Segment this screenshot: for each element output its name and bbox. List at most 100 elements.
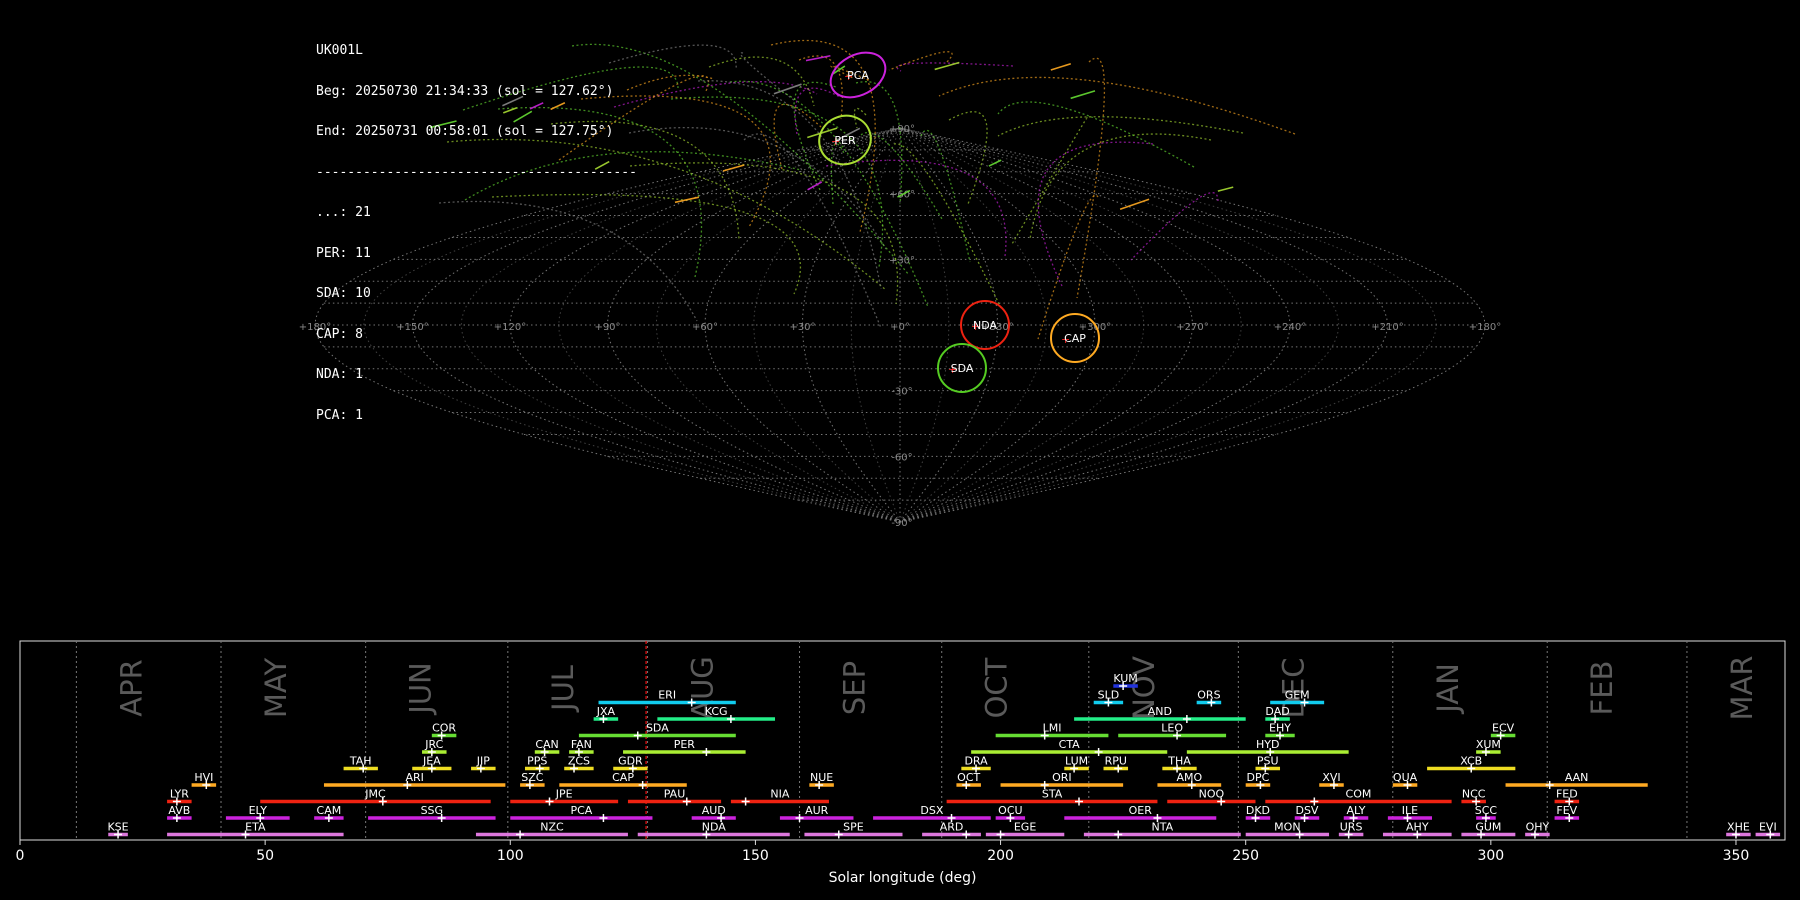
- shower-hvi: HVI: [191, 771, 217, 789]
- shower-label: OCU: [998, 804, 1022, 817]
- radiant-label-nda: NDA: [973, 319, 998, 332]
- shower-label: EVI: [1759, 821, 1777, 834]
- shower-label: DAD: [1265, 705, 1289, 718]
- shower-avb: AVB: [167, 804, 192, 822]
- shower-label: DKD: [1246, 804, 1270, 817]
- meteor-trail: [1011, 117, 1088, 245]
- shower-label: SLD: [1098, 689, 1120, 702]
- shower-dsv: DSV: [1294, 804, 1320, 822]
- shower-label: XCB: [1460, 755, 1482, 768]
- lat-tick-label: +30°: [889, 255, 915, 266]
- lat-tick-label: -60°: [891, 452, 912, 463]
- shower-label: AND: [1148, 705, 1172, 718]
- shower-zcs: ZCS: [564, 755, 594, 773]
- meteor-trail: [1076, 57, 1106, 299]
- meteor-trail: [798, 55, 843, 120]
- shower-label: DSX: [920, 804, 943, 817]
- shower-label: PCA: [570, 804, 592, 817]
- shower-label: XVI: [1322, 771, 1340, 784]
- shower-label: GUM: [1475, 821, 1501, 834]
- shower-sld: SLD: [1093, 689, 1124, 707]
- end-time: End: 20250731 00:58:01 (sol = 127.75°): [316, 124, 614, 139]
- month-label-feb: FEB: [1585, 661, 1619, 716]
- meteor-streak: [988, 159, 1002, 167]
- shower-jxa: JXA: [593, 705, 619, 723]
- shower-label: NUE: [810, 771, 833, 784]
- shower-label: DPC: [1247, 771, 1270, 784]
- meteor-streak: [1050, 62, 1072, 71]
- x-tick-label: 200: [987, 848, 1014, 864]
- month-label-oct: OCT: [980, 657, 1014, 718]
- count-sda: SDA: 10: [316, 286, 371, 301]
- shower-label: LUM: [1065, 755, 1088, 768]
- shower-xvi: XVI: [1319, 771, 1344, 789]
- shower-label: EHY: [1269, 722, 1291, 735]
- count-per: PER: 11: [316, 245, 371, 261]
- shower-label: XUM: [1476, 738, 1501, 751]
- meteor-trail: [794, 87, 841, 135]
- shower-label: ALY: [1347, 804, 1366, 817]
- shower-label: NZC: [540, 821, 564, 834]
- shower-label: KSE: [107, 821, 128, 834]
- lon-tick-label: +180°: [1469, 322, 1501, 333]
- shower-label: RPU: [1105, 755, 1127, 768]
- shower-label: SZC: [521, 771, 544, 784]
- shower-label: OCT: [957, 771, 980, 784]
- month-label-jul: JUL: [546, 665, 580, 713]
- lon-tick-label: +210°: [1371, 322, 1403, 333]
- shower-scc: SCC: [1475, 804, 1497, 822]
- shower-ocu: OCU: [995, 804, 1026, 822]
- shower-fev: FEV: [1554, 804, 1580, 822]
- shower-urs: URS: [1338, 821, 1364, 839]
- lat-tick-label: -30°: [891, 387, 912, 398]
- meteor-streak: [934, 61, 960, 71]
- shower-label: JIP: [476, 755, 490, 768]
- shower-label: PER: [674, 738, 696, 751]
- shower-ecv: ECV: [1490, 722, 1516, 740]
- meteor-trail: [825, 159, 1007, 257]
- shower-jrc: JRC: [422, 738, 447, 756]
- meteor-streak: [1217, 186, 1234, 192]
- shower-label: FED: [1556, 788, 1578, 801]
- shower-xhe: XHE: [1726, 821, 1751, 839]
- separator-line: ----------------------------------------…: [316, 164, 637, 180]
- lat-tick-label: +90°: [889, 124, 915, 135]
- lon-tick-label: +30°: [789, 322, 815, 333]
- shower-evi: EVI: [1755, 821, 1781, 839]
- shower-dpc: DPC: [1245, 771, 1271, 789]
- shower-fan: FAN: [569, 738, 594, 756]
- radiant-sky-map: +180° +150° +120° +90° +60° +30° +0° +330° +300°…: [299, 39, 1501, 529]
- shower-label: STA: [1042, 788, 1063, 801]
- shower-label: PSU: [1257, 755, 1279, 768]
- shower-label: AMO: [1176, 771, 1202, 784]
- shower-label: JXA: [596, 705, 616, 718]
- shower-can: CAN: [534, 738, 560, 756]
- shower-ncc: NCC: [1461, 788, 1486, 806]
- shower-label: KUM: [1113, 672, 1137, 685]
- shower-label: GEM: [1285, 689, 1310, 702]
- shower-qua: QUA: [1392, 771, 1418, 789]
- shower-label: THA: [1167, 755, 1191, 768]
- shower-label: AVB: [168, 804, 190, 817]
- shower-label: AHY: [1406, 821, 1429, 834]
- shower-psu: PSU: [1255, 755, 1281, 773]
- x-tick-label: 300: [1477, 848, 1504, 864]
- shower-label: ILE: [1402, 804, 1418, 817]
- shower-label: DRA: [964, 755, 988, 768]
- shower-aly: ALY: [1343, 804, 1369, 822]
- shower-label: EGE: [1014, 821, 1036, 834]
- meteor-trail: [997, 116, 1244, 137]
- shower-label: JPE: [555, 788, 573, 801]
- shower-rpu: RPU: [1103, 755, 1129, 773]
- shower-dra: DRA: [961, 755, 991, 773]
- shower-label: HVI: [194, 771, 213, 784]
- x-axis-label: Solar longitude (deg): [829, 870, 977, 886]
- shower-label: NCC: [1462, 788, 1486, 801]
- shower-label: KCG: [705, 705, 728, 718]
- month-label-mar: MAR: [1725, 655, 1759, 720]
- shower-label: SPE: [843, 821, 864, 834]
- shower-activity-timeline: APR MAY JUN JUL AUG SEP OCT NOV DEC JAN FEB MARKUME…: [16, 640, 1786, 886]
- meteor-trail: [670, 96, 884, 268]
- shower-label: MON: [1274, 821, 1300, 834]
- meteor-streak: [773, 83, 802, 95]
